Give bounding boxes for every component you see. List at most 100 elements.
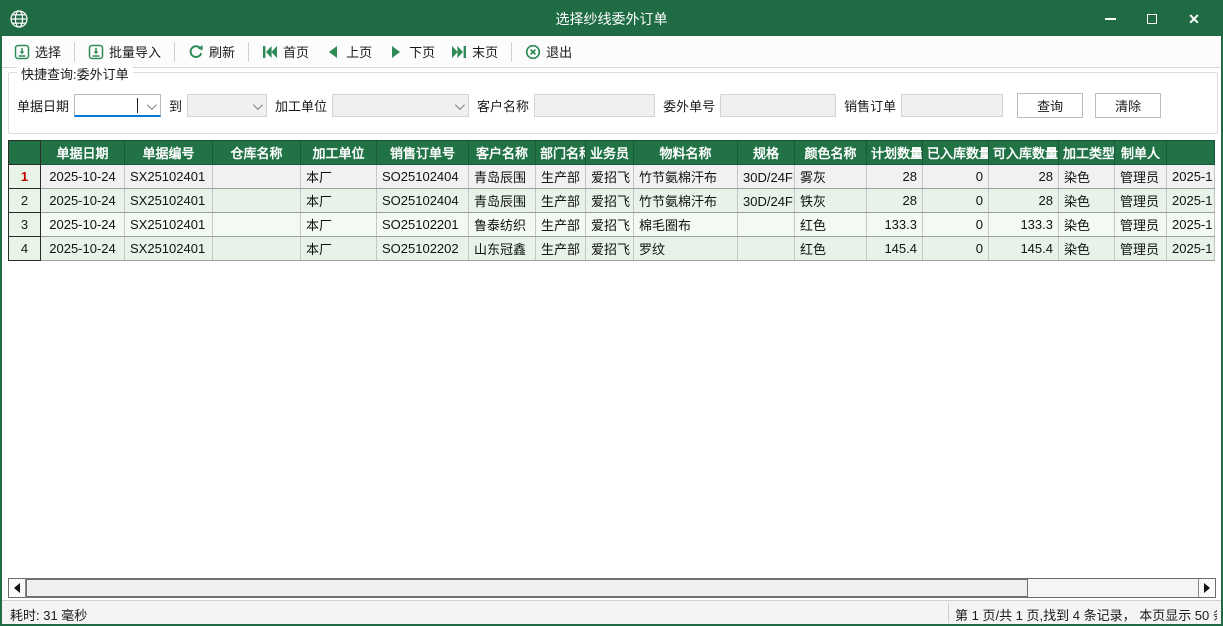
maximize-button[interactable] bbox=[1139, 6, 1165, 32]
table-cell[interactable]: SO25102202 bbox=[377, 237, 469, 261]
col-header-available-qty[interactable]: 可入库数量 bbox=[989, 141, 1059, 165]
table-cell[interactable]: 145.4 bbox=[867, 237, 923, 261]
table-cell[interactable]: 青岛辰围 bbox=[469, 189, 536, 213]
row-number-cell[interactable]: 2 bbox=[9, 189, 41, 213]
last-page-button[interactable]: 末页 bbox=[445, 39, 504, 64]
col-header-department[interactable]: 部门名称 bbox=[536, 141, 586, 165]
table-cell[interactable]: 0 bbox=[923, 213, 989, 237]
table-cell[interactable]: 红色 bbox=[795, 237, 867, 261]
col-header-creator[interactable]: 制单人 bbox=[1115, 141, 1167, 165]
scroll-right-button[interactable] bbox=[1198, 579, 1215, 597]
table-cell[interactable]: 生产部 bbox=[536, 213, 586, 237]
scrollbar-thumb[interactable] bbox=[26, 579, 1028, 597]
table-cell[interactable]: SX25102401 bbox=[125, 165, 213, 189]
table-cell[interactable]: 染色 bbox=[1059, 237, 1115, 261]
table-cell[interactable]: 爱招飞 bbox=[586, 237, 634, 261]
table-cell[interactable]: 28 bbox=[867, 189, 923, 213]
table-cell[interactable] bbox=[738, 213, 795, 237]
table-cell[interactable]: SO25102404 bbox=[377, 189, 469, 213]
table-cell[interactable]: 青岛辰围 bbox=[469, 165, 536, 189]
col-header-inbound-qty[interactable]: 已入库数量 bbox=[923, 141, 989, 165]
table-cell[interactable]: 2025-1 bbox=[1167, 189, 1215, 213]
table-cell[interactable]: 雾灰 bbox=[795, 165, 867, 189]
table-cell[interactable]: 爱招飞 bbox=[586, 213, 634, 237]
col-header-material[interactable]: 物料名称 bbox=[634, 141, 738, 165]
refresh-button[interactable]: 刷新 bbox=[182, 39, 241, 64]
minimize-button[interactable] bbox=[1097, 6, 1123, 32]
exit-button[interactable]: 退出 bbox=[519, 39, 578, 64]
col-header-sales-order-no[interactable]: 销售订单号 bbox=[377, 141, 469, 165]
table-cell[interactable]: SX25102401 bbox=[125, 189, 213, 213]
table-cell[interactable]: 管理员 bbox=[1115, 237, 1167, 261]
table-cell[interactable]: SO25102404 bbox=[377, 165, 469, 189]
col-header-customer[interactable]: 客户名称 bbox=[469, 141, 536, 165]
table-cell[interactable]: 2025-10-24 bbox=[41, 165, 125, 189]
table-cell[interactable]: 本厂 bbox=[301, 165, 377, 189]
table-cell[interactable]: 棉毛圈布 bbox=[634, 213, 738, 237]
table-cell[interactable]: 鲁泰纺织 bbox=[469, 213, 536, 237]
table-cell[interactable] bbox=[738, 237, 795, 261]
next-page-button[interactable]: 下页 bbox=[382, 39, 441, 64]
table-cell[interactable] bbox=[213, 237, 301, 261]
col-header-doc-date[interactable]: 单据日期 bbox=[41, 141, 125, 165]
table-cell[interactable]: 本厂 bbox=[301, 189, 377, 213]
table-cell[interactable]: 2025-10-24 bbox=[41, 237, 125, 261]
table-row[interactable]: 1 2025-10-24 SX25102401 本厂 SO25102404 青岛… bbox=[9, 165, 1215, 189]
table-cell[interactable]: 染色 bbox=[1059, 213, 1115, 237]
table-row[interactable]: 3 2025-10-24 SX25102401 本厂 SO25102201 鲁泰… bbox=[9, 213, 1215, 237]
table-cell[interactable] bbox=[213, 165, 301, 189]
table-cell[interactable]: 30D/24F亲 bbox=[738, 165, 795, 189]
table-row[interactable]: 2 2025-10-24 SX25102401 本厂 SO25102404 青岛… bbox=[9, 189, 1215, 213]
horizontal-scrollbar[interactable] bbox=[8, 578, 1216, 598]
table-cell[interactable]: 28 bbox=[867, 165, 923, 189]
col-header-doc-no[interactable]: 单据编号 bbox=[125, 141, 213, 165]
table-cell[interactable]: 生产部 bbox=[536, 237, 586, 261]
table-cell[interactable]: 管理员 bbox=[1115, 165, 1167, 189]
table-cell[interactable]: 145.4 bbox=[989, 237, 1059, 261]
table-cell[interactable]: 本厂 bbox=[301, 213, 377, 237]
row-number-cell[interactable]: 4 bbox=[9, 237, 41, 261]
col-header-process-type[interactable]: 加工类型 bbox=[1059, 141, 1115, 165]
table-cell[interactable]: 0 bbox=[923, 165, 989, 189]
col-header-spec[interactable]: 规格 bbox=[738, 141, 795, 165]
col-header-plan-qty[interactable]: 计划数量 bbox=[867, 141, 923, 165]
table-cell[interactable]: 竹节氨棉汗布 bbox=[634, 189, 738, 213]
table-cell[interactable]: 2025-10-24 bbox=[41, 189, 125, 213]
close-button[interactable]: ✕ bbox=[1181, 6, 1207, 32]
table-cell[interactable]: 爱招飞 bbox=[586, 189, 634, 213]
table-cell[interactable] bbox=[213, 189, 301, 213]
date-to-combobox[interactable] bbox=[187, 94, 267, 117]
clear-button[interactable]: 清除 bbox=[1095, 93, 1161, 118]
scroll-left-button[interactable] bbox=[9, 579, 26, 597]
table-cell[interactable]: 2025-10-24 bbox=[41, 213, 125, 237]
batch-import-button[interactable]: 批量导入 bbox=[82, 39, 167, 64]
table-cell[interactable] bbox=[213, 213, 301, 237]
table-cell[interactable]: 染色 bbox=[1059, 165, 1115, 189]
first-page-button[interactable]: 首页 bbox=[256, 39, 315, 64]
table-cell[interactable]: 0 bbox=[923, 237, 989, 261]
table-cell[interactable]: SX25102401 bbox=[125, 237, 213, 261]
sales-order-input[interactable] bbox=[901, 94, 1003, 117]
table-cell[interactable]: 本厂 bbox=[301, 237, 377, 261]
table-cell[interactable]: 2025-1 bbox=[1167, 165, 1215, 189]
table-cell[interactable]: 竹节氨棉汗布 bbox=[634, 165, 738, 189]
table-cell[interactable]: 红色 bbox=[795, 213, 867, 237]
date-from-combobox[interactable] bbox=[74, 94, 161, 117]
query-button[interactable]: 查询 bbox=[1017, 93, 1083, 118]
table-cell[interactable]: 罗纹 bbox=[634, 237, 738, 261]
table-cell[interactable]: 生产部 bbox=[536, 165, 586, 189]
col-header-warehouse[interactable]: 仓库名称 bbox=[213, 141, 301, 165]
table-row[interactable]: 4 2025-10-24 SX25102401 本厂 SO25102202 山东… bbox=[9, 237, 1215, 261]
table-cell[interactable]: 2025-1 bbox=[1167, 237, 1215, 261]
table-cell[interactable]: SX25102401 bbox=[125, 213, 213, 237]
select-button[interactable]: 选择 bbox=[8, 39, 67, 64]
table-cell[interactable]: SO25102201 bbox=[377, 213, 469, 237]
table-cell[interactable]: 铁灰 bbox=[795, 189, 867, 213]
col-header-color[interactable]: 颜色名称 bbox=[795, 141, 867, 165]
table-cell[interactable]: 管理员 bbox=[1115, 189, 1167, 213]
table-cell[interactable]: 爱招飞 bbox=[586, 165, 634, 189]
table-cell[interactable]: 133.3 bbox=[867, 213, 923, 237]
process-unit-combobox[interactable] bbox=[332, 94, 469, 117]
col-header-salesman[interactable]: 业务员 bbox=[586, 141, 634, 165]
table-cell[interactable]: 133.3 bbox=[989, 213, 1059, 237]
